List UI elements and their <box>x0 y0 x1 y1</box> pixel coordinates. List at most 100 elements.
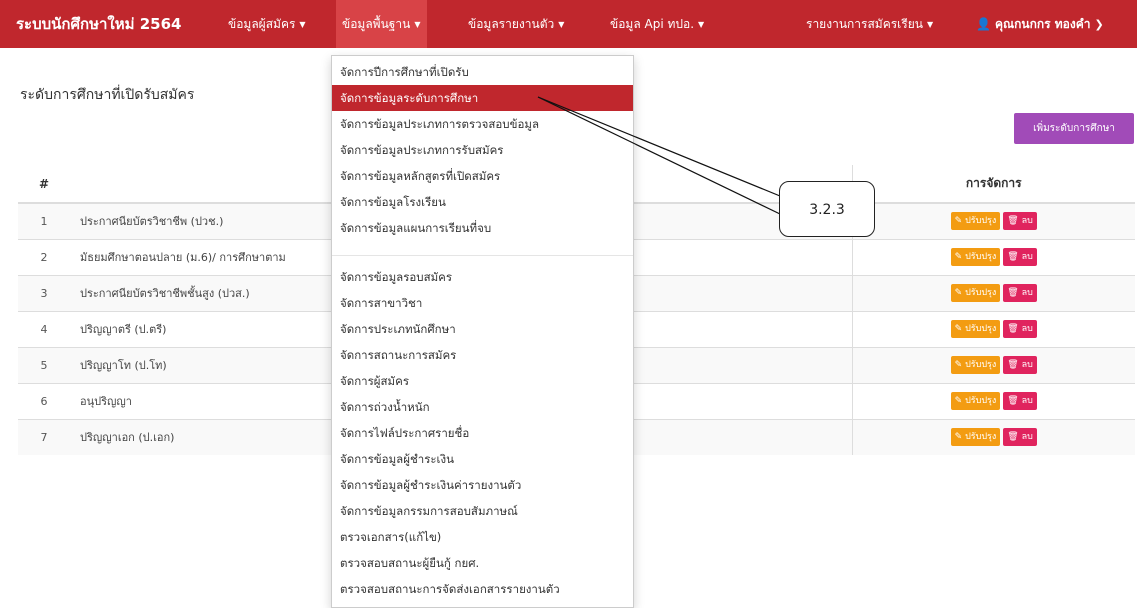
edit-button[interactable]: ✎ ปรับปรุง <box>950 392 1001 410</box>
menu-item-payers[interactable]: จัดการข้อมูลผู้ชำระเงิน <box>332 446 633 472</box>
trash-icon: 🗑 <box>1007 288 1019 298</box>
delete-label: ลบ <box>1021 360 1033 370</box>
nav-menu-applicant-data[interactable]: ข้อมูลผู้สมัคร ▼ <box>222 0 312 48</box>
edit-button[interactable]: ✎ ปรับปรุง <box>950 284 1001 302</box>
menu-item-interview-committee[interactable]: จัดการข้อมูลกรรมการสอบสัมภาษณ์ <box>332 498 633 524</box>
row-actions: ✎ ปรับปรุง 🗑 ลบ <box>851 202 1135 239</box>
delete-button[interactable]: 🗑 ลบ <box>1003 248 1037 266</box>
edit-label: ปรับปรุง <box>965 252 997 262</box>
delete-label: ลบ <box>1021 216 1033 227</box>
delete-button[interactable]: 🗑 ลบ <box>1003 212 1037 231</box>
column-header-number: # <box>18 165 70 204</box>
user-icon: 👤 <box>976 17 991 31</box>
nav-menu-base-data[interactable]: ข้อมูลพื้นฐาน ▼ <box>336 0 427 48</box>
delete-label: ลบ <box>1021 324 1033 334</box>
delete-button[interactable]: 🗑 ลบ <box>1003 284 1037 302</box>
menu-item-verification-type[interactable]: จัดการข้อมูลประเภทการตรวจสอบข้อมูล <box>332 111 633 137</box>
nav-menu-enrollment-report[interactable]: รายงานการสมัครเรียน ▼ <box>800 0 939 48</box>
caret-down-icon: ▼ <box>558 19 565 29</box>
edit-label: ปรับปรุง <box>965 288 997 298</box>
base-data-dropdown-menu: จัดการปีการศึกษาที่เปิดรับ จัดการข้อมูลร… <box>331 55 634 608</box>
edit-button[interactable]: ✎ ปรับปรุง <box>950 248 1001 266</box>
menu-item-student-type[interactable]: จัดการประเภทนักศึกษา <box>332 316 633 342</box>
trash-icon: 🗑 <box>1007 396 1019 406</box>
column-header-manage: การจัดการ <box>851 165 1135 204</box>
row-number: 4 <box>18 310 70 347</box>
edit-label: ปรับปรุง <box>965 396 997 406</box>
row-number: 1 <box>18 202 70 239</box>
row-actions: ✎ ปรับปรุง 🗑 ลบ <box>851 310 1135 347</box>
row-number: 7 <box>18 418 70 455</box>
nav-menu-label: ข้อมูลรายงานตัว <box>468 17 555 31</box>
pencil-icon: ✎ <box>954 360 963 370</box>
pencil-icon: ✎ <box>954 324 963 334</box>
edit-label: ปรับปรุง <box>965 324 997 334</box>
row-number: 3 <box>18 274 70 311</box>
menu-divider <box>332 255 633 256</box>
menu-item-study-plan[interactable]: จัดการข้อมูลแผนการเรียนที่จบ <box>332 215 633 241</box>
menu-item-applicants[interactable]: จัดการผู้สมัคร <box>332 368 633 394</box>
caret-down-icon: ▼ <box>414 19 421 29</box>
menu-item-report-document-shipping[interactable]: ตรวจสอบสถานะการจัดส่งเอกสารรายงานตัว <box>332 576 633 602</box>
menu-item-report-fee-payers[interactable]: จัดการข้อมูลผู้ชำระเงินค่ารายงานตัว <box>332 472 633 498</box>
row-number: 5 <box>18 346 70 383</box>
trash-icon: 🗑 <box>1007 216 1019 227</box>
row-actions: ✎ ปรับปรุง 🗑 ลบ <box>851 238 1135 275</box>
menu-item-open-curriculum[interactable]: จัดการข้อมูลหลักสูตรที่เปิดสมัคร <box>332 163 633 189</box>
page-title: ระดับการศึกษาที่เปิดรับสมัคร <box>20 87 195 103</box>
row-number: 2 <box>18 238 70 275</box>
edit-button[interactable]: ✎ ปรับปรุง <box>950 320 1001 338</box>
nav-menu-report-in-data[interactable]: ข้อมูลรายงานตัว ▼ <box>462 0 570 48</box>
delete-label: ลบ <box>1021 252 1033 262</box>
pencil-icon: ✎ <box>954 288 963 298</box>
delete-label: ลบ <box>1021 288 1033 298</box>
caret-down-icon: ▼ <box>698 19 705 29</box>
pencil-icon: ✎ <box>954 396 963 406</box>
row-actions: ✎ ปรับปรุง 🗑 ลบ <box>851 382 1135 419</box>
pencil-icon: ✎ <box>954 432 963 443</box>
nav-menu-label: รายงานการสมัครเรียน <box>806 17 923 31</box>
edit-label: ปรับปรุง <box>965 216 997 227</box>
row-number: 6 <box>18 382 70 419</box>
add-education-level-button[interactable]: เพิ่มระดับการศึกษา <box>1014 113 1134 144</box>
menu-item-announcement-files[interactable]: จัดการไฟล์ประกาศรายชื่อ <box>332 420 633 446</box>
menu-item-admission-type[interactable]: จัดการข้อมูลประเภทการรับสมัคร <box>332 137 633 163</box>
delete-button[interactable]: 🗑 ลบ <box>1003 356 1037 374</box>
delete-label: ลบ <box>1021 396 1033 406</box>
menu-item-application-status[interactable]: จัดการสถานะการสมัคร <box>332 342 633 368</box>
user-menu[interactable]: 👤 คุณกนกกร ทองคำ ❯ <box>970 0 1110 48</box>
trash-icon: 🗑 <box>1007 360 1019 370</box>
edit-button[interactable]: ✎ ปรับปรุง <box>950 356 1001 374</box>
menu-item-schools[interactable]: จัดการข้อมูลโรงเรียน <box>332 189 633 215</box>
delete-button[interactable]: 🗑 ลบ <box>1003 320 1037 338</box>
chevron-down-icon: ❯ <box>1094 17 1104 31</box>
edit-button[interactable]: ✎ ปรับปรุง <box>950 212 1001 231</box>
delete-button[interactable]: 🗑 ลบ <box>1003 392 1037 410</box>
menu-item-application-round[interactable]: จัดการข้อมูลรอบสมัคร <box>332 264 633 290</box>
menu-item-student-loan-status[interactable]: ตรวจสอบสถานะผู้ยืนกู้ กยศ. <box>332 550 633 576</box>
nav-menu-api-data[interactable]: ข้อมูล Api ทปอ. ▼ <box>604 0 710 48</box>
trash-icon: 🗑 <box>1007 432 1019 443</box>
caret-down-icon: ▼ <box>299 19 306 29</box>
menu-item-academic-year[interactable]: จัดการปีการศึกษาที่เปิดรับ <box>332 59 633 85</box>
delete-label: ลบ <box>1021 432 1033 443</box>
edit-button[interactable]: ✎ ปรับปรุง <box>950 428 1001 447</box>
menu-item-education-level[interactable]: จัดการข้อมูลระดับการศึกษา <box>332 85 633 111</box>
menu-item-majors[interactable]: จัดการสาขาวิชา <box>332 290 633 316</box>
pencil-icon: ✎ <box>954 252 963 262</box>
top-navbar: ระบบนักศึกษาใหม่ 2564 ข้อมูลผู้สมัคร ▼ ข้… <box>0 0 1137 48</box>
nav-menu-label: ข้อมูลผู้สมัคร <box>228 17 296 31</box>
row-actions: ✎ ปรับปรุง 🗑 ลบ <box>851 418 1135 455</box>
app-brand[interactable]: ระบบนักศึกษาใหม่ 2564 <box>16 0 181 48</box>
row-actions: ✎ ปรับปรุง 🗑 ลบ <box>851 274 1135 311</box>
edit-label: ปรับปรุง <box>965 360 997 370</box>
menu-item-weighting[interactable]: จัดการถ่วงน้ำหนัก <box>332 394 633 420</box>
trash-icon: 🗑 <box>1007 324 1019 334</box>
callout-label: 3.2.3 <box>779 181 875 237</box>
delete-button[interactable]: 🗑 ลบ <box>1003 428 1037 447</box>
menu-item-document-check[interactable]: ตรวจเอกสาร(แก้ไข) <box>332 524 633 550</box>
nav-menu-label: ข้อมูลพื้นฐาน <box>342 17 411 31</box>
row-actions: ✎ ปรับปรุง 🗑 ลบ <box>851 346 1135 383</box>
pencil-icon: ✎ <box>954 216 963 227</box>
user-name: คุณกนกกร ทองคำ <box>994 17 1091 31</box>
